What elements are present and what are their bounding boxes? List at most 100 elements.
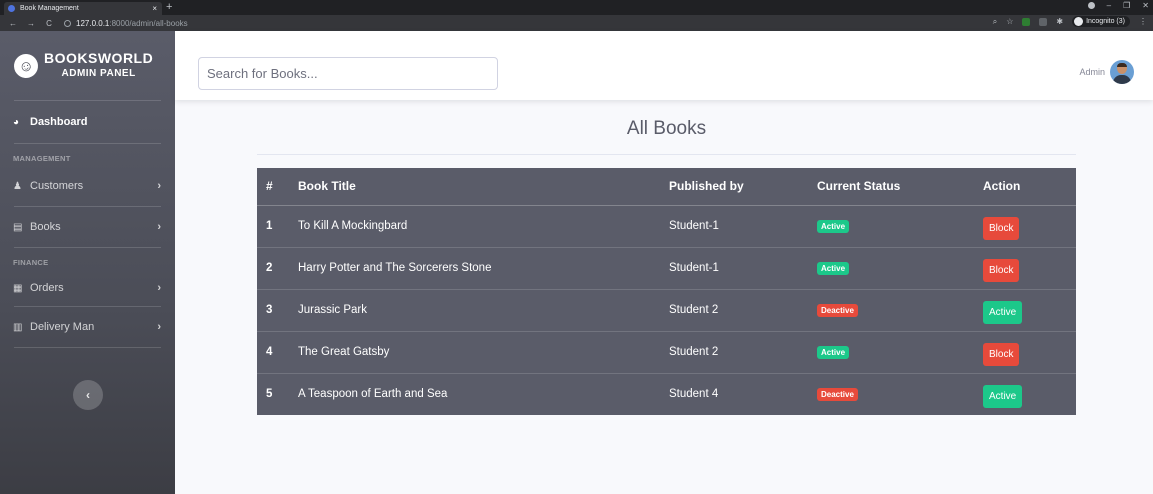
table-row: 3 Jurassic Park Student 2 Deactive Activ… [257, 289, 1076, 332]
sidebar-item-delivery-man[interactable]: ▥ Delivery Man › [0, 307, 175, 347]
sidebar-item-label: Books [30, 221, 61, 233]
address-bar: ← → C 127.0.0.1 :8000/admin/all-books ⌕ … [0, 15, 1153, 31]
reload-icon[interactable]: C [44, 19, 54, 28]
menu-icon[interactable]: ⋮ [1139, 17, 1147, 26]
publisher: Student 2 [669, 289, 817, 332]
user-menu[interactable]: Admin [1079, 60, 1134, 84]
sidebar-item-dashboard[interactable]: ◕ Dashboard [0, 101, 175, 143]
divider [257, 154, 1076, 155]
incognito-label: Incognito (3) [1086, 18, 1125, 25]
book-title: Jurassic Park [298, 289, 669, 332]
chevron-right-icon: › [157, 180, 161, 192]
row-number: 5 [266, 388, 273, 401]
url-path: :8000/admin/all-books [109, 18, 188, 28]
incognito-badge[interactable]: Incognito (3) [1072, 16, 1130, 27]
incognito-icon [1074, 17, 1084, 26]
brand-subtitle: ADMIN PANEL [61, 67, 136, 79]
info-icon[interactable] [64, 19, 71, 27]
status-badge: Active [817, 261, 850, 275]
table-row: 1 To Kill A Mockingbard Student-1 Active… [257, 205, 1076, 248]
sidebar-item-books[interactable]: ▤ Books › [0, 207, 175, 247]
new-tab-button[interactable]: + [166, 1, 172, 13]
status-badge: Deactive [817, 387, 858, 401]
book-icon: ▤ [13, 221, 23, 233]
sidebar: ☺ BOOKSWORLD ADMIN PANEL ◕ Dashboard MAN… [0, 31, 175, 494]
block-button[interactable]: Block [983, 342, 1020, 366]
window-controls: – ❐ ✕ [1087, 1, 1149, 10]
brand[interactable]: ☺ BOOKSWORLD ADMIN PANEL [0, 31, 175, 100]
column-header: Action [983, 168, 1076, 206]
sidebar-item-label: Customers [30, 180, 84, 192]
activate-button[interactable]: Active [983, 384, 1023, 408]
brand-title: BOOKSWORLD [44, 49, 154, 66]
zoom-icon[interactable]: ⌕ [993, 17, 997, 27]
divider [14, 247, 161, 248]
activate-button[interactable]: Active [983, 300, 1023, 324]
user-icon: ♟ [13, 180, 22, 192]
minimize-button[interactable]: – [1107, 1, 1111, 10]
search-input[interactable] [198, 57, 498, 90]
status-badge: Deactive [817, 303, 858, 317]
block-button[interactable]: Block [983, 216, 1020, 240]
sidebar-item-customers[interactable]: ♟ Customers › [0, 166, 175, 206]
publisher: Student 4 [669, 388, 719, 401]
sidebar-item-label: Dashboard [30, 116, 88, 128]
publisher: Student 2 [669, 331, 817, 374]
url-field[interactable]: 127.0.0.1 :8000/admin/all-books [64, 19, 188, 28]
book-title: Harry Potter and The Sorcerers Stone [298, 247, 669, 290]
puzzle-icon[interactable]: ✱ [1056, 17, 1063, 26]
chevron-right-icon: › [157, 221, 161, 233]
table-row: 4 The Great Gatsby Student 2 Active Bloc… [257, 331, 1076, 374]
book-title: A Teaspoon of Earth and Sea [298, 388, 448, 401]
table-header-row: # Book Title Published by Current Status… [257, 168, 1076, 206]
sidebar-heading-finance: FINANCE [13, 257, 49, 267]
browser-tab[interactable]: Book Management × [4, 2, 162, 15]
sidebar-toggle-button[interactable]: ‹ [73, 380, 103, 410]
smile-logo-icon: ☺ [11, 50, 41, 81]
column-header: Book Title [298, 168, 669, 206]
favicon-icon [8, 5, 15, 12]
chevron-right-icon: › [157, 282, 161, 294]
tab-title: Book Management [20, 5, 79, 12]
divider [14, 143, 161, 144]
user-name: Admin [1079, 67, 1105, 77]
row-number: 2 [257, 247, 298, 290]
row-number: 3 [257, 289, 298, 332]
extension-icon[interactable] [1039, 17, 1048, 26]
brand-text: BOOKSWORLD ADMIN PANEL [44, 49, 154, 81]
avatar [1110, 60, 1134, 84]
browser-tab-bar: Book Management × + – ❐ ✕ [0, 0, 1153, 15]
sidebar-heading-management: MANAGEMENT [13, 153, 71, 163]
sidebar-item-orders[interactable]: ▦ Orders › [0, 270, 175, 306]
publisher: Student-1 [669, 247, 817, 290]
tab-close-icon[interactable]: × [152, 4, 157, 13]
status-badge: Active [817, 345, 850, 359]
book-title: To Kill A Mockingbard [298, 205, 669, 248]
column-header: # [257, 168, 298, 206]
forward-arrow-icon[interactable]: → [26, 19, 36, 28]
restore-button[interactable]: ❐ [1123, 1, 1130, 10]
table-icon: ▦ [13, 282, 23, 294]
row-number: 4 [257, 331, 298, 374]
divider [14, 347, 161, 348]
page-title: All Books [626, 118, 707, 139]
book-title: The Great Gatsby [298, 331, 669, 374]
browser-toolbar-right: ⌕ ☆ ✱ Incognito (3) ⋮ [993, 16, 1147, 27]
sidebar-item-label: Delivery Man [30, 321, 95, 333]
record-icon [1087, 2, 1095, 9]
back-arrow-icon[interactable]: ← [8, 19, 18, 28]
close-window-button[interactable]: ✕ [1142, 1, 1149, 10]
dashboard-icon: ◕ [13, 116, 20, 128]
books-table: # Book Title Published by Current Status… [257, 168, 1076, 415]
table-row: 2 Harry Potter and The Sorcerers Stone S… [257, 247, 1076, 290]
topbar: Admin [175, 31, 1153, 100]
column-header: Current Status [817, 168, 983, 206]
row-number: 1 [257, 205, 298, 248]
star-icon[interactable]: ☆ [1006, 17, 1013, 26]
publisher: Student-1 [669, 205, 817, 248]
chevron-right-icon: › [157, 321, 161, 333]
status-badge: Active [817, 219, 850, 233]
extension-icon[interactable] [1022, 17, 1031, 26]
block-button[interactable]: Block [983, 258, 1020, 282]
sidebar-item-label: Orders [30, 282, 64, 294]
